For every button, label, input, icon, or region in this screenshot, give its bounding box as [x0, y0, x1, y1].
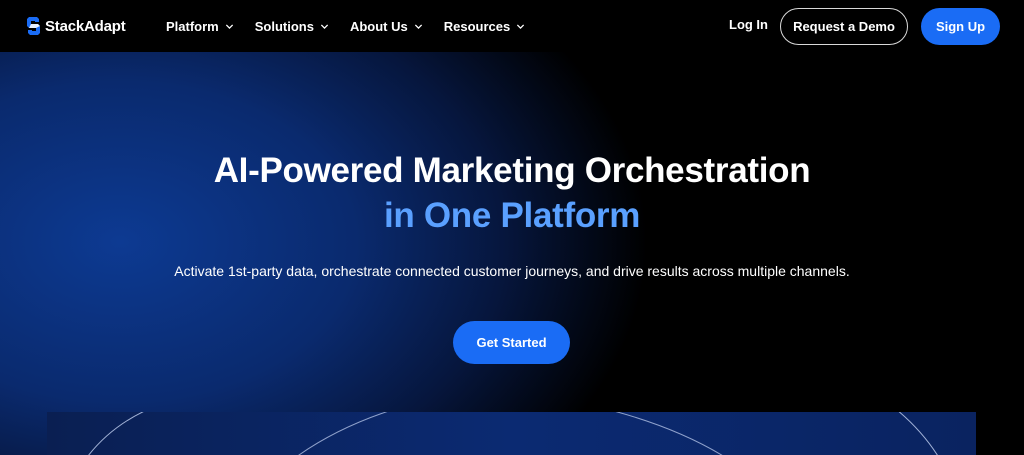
chevron-down-icon [517, 23, 525, 29]
platform-preview-image [47, 412, 976, 455]
preview-arcs [88, 412, 938, 455]
hero-title-line2: in One Platform [383, 196, 641, 235]
menu-item-label: About Us [349, 18, 408, 34]
request-demo-button[interactable]: Request a Demo [780, 8, 908, 45]
hero-title: AI-Powered Marketing Orchestration in On… [0, 148, 1024, 238]
chevron-down-icon [320, 23, 329, 29]
menu-item-label: Solutions [254, 18, 314, 34]
menu-item-solutions[interactable]: Solutions [255, 0, 329, 52]
stackadapt-logo-icon [27, 17, 40, 35]
menu-item-about-us[interactable]: About Us [350, 0, 423, 52]
chevron-down-icon [414, 23, 422, 29]
main-menu: Platform Solutions About Us Resources [166, 0, 546, 52]
menu-item-resources[interactable]: Resources [444, 0, 525, 52]
hero-title-line1: AI-Powered Marketing Orchestration [213, 151, 811, 190]
menu-item-label: Platform [166, 18, 219, 34]
login-link[interactable]: Log In [729, 17, 768, 32]
sign-up-button[interactable]: Sign Up [921, 8, 1000, 45]
brand-logo-link[interactable]: StackAdapt [26, 15, 126, 37]
brand-name: StackAdapt [45, 17, 126, 35]
chevron-down-icon [225, 23, 233, 29]
hero-subtitle: Activate 1st-party data, orchestrate con… [174, 263, 850, 279]
page: StackAdapt Platform Solutions About Us R… [0, 0, 1024, 455]
menu-item-label: Resources [443, 18, 511, 34]
hero-section: AI-Powered Marketing Orchestration in On… [0, 52, 1024, 455]
menu-item-platform[interactable]: Platform [166, 0, 234, 52]
top-navigation: StackAdapt Platform Solutions About Us R… [0, 0, 1024, 52]
get-started-button[interactable]: Get Started [453, 321, 570, 364]
